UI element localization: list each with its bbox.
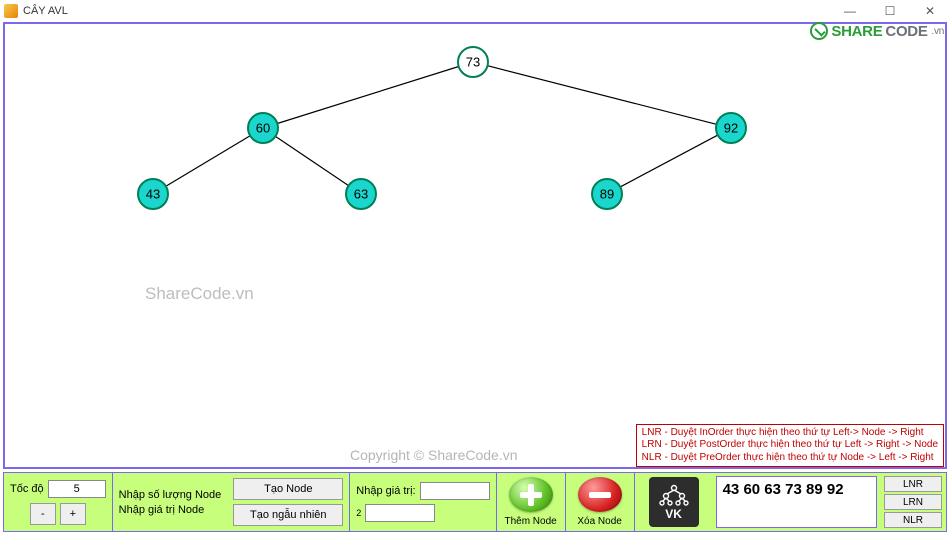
speed-input[interactable] [48, 480, 106, 498]
traversal-result: 43 60 63 73 89 92 [716, 476, 877, 528]
add-panel: Thêm Node [496, 473, 565, 531]
delete-panel: Xóa Node [565, 473, 634, 531]
speed-increase-button[interactable]: + [60, 503, 86, 525]
speed-decrease-button[interactable]: - [30, 503, 56, 525]
tree-node-60[interactable]: 60 [248, 113, 278, 143]
window-maximize-button[interactable]: ☐ [870, 0, 910, 22]
center-watermark: ShareCode.vn [145, 284, 254, 304]
window-minimize-button[interactable]: — [830, 0, 870, 22]
svg-text:89: 89 [600, 187, 614, 202]
tree-edge [620, 135, 718, 187]
vk-badge[interactable]: VK [649, 477, 699, 527]
vk-text: VK [665, 507, 682, 521]
tree-node-89[interactable]: 89 [592, 179, 622, 209]
svg-text:73: 73 [466, 55, 480, 70]
add-node-label: Thêm Node [504, 516, 556, 527]
create-node-button[interactable]: Tạo Node [233, 478, 343, 500]
lnr-button[interactable]: LNR [884, 476, 942, 492]
tree-node-73[interactable]: 73 [458, 47, 488, 77]
tree-icon [659, 484, 689, 506]
tree-node-43[interactable]: 43 [138, 179, 168, 209]
tree-node-92[interactable]: 92 [716, 113, 746, 143]
tree-edge [488, 66, 717, 125]
gear-icon [810, 22, 828, 40]
traversal-buttons: LNR LRN NLR [880, 473, 946, 531]
legend-lrn: LRN - Duyệt PostOrder thực hiện theo thứ… [642, 439, 938, 452]
control-bar: Tốc độ - + Nhập số lượng Node Nhập giá t… [3, 472, 947, 532]
tree-edge [277, 66, 458, 123]
legend-nlr: NLR - Duyệt PreOrder thực hiện theo thứ … [642, 452, 938, 465]
window-title: CÂY AVL [23, 5, 68, 17]
brand-watermark: SHARECODE .vn [810, 22, 944, 40]
window-titlebar: CÂY AVL — ☐ ✕ [0, 0, 950, 22]
node-count-label: Nhập số lượng Node [119, 489, 222, 501]
svg-text:63: 63 [354, 187, 368, 202]
add-node-button[interactable] [509, 477, 553, 512]
tree-canvas: 73 60 92 43 63 89 ShareCode.vn [3, 22, 947, 469]
vk-panel: VK [634, 473, 713, 531]
tree-edge [275, 136, 348, 185]
generate-panel: Tạo Node Tạo ngẫu nhiên [227, 473, 349, 531]
svg-text:60: 60 [256, 121, 270, 136]
legend-lnr: LNR - Duyệt InOrder thực hiện theo thứ t… [642, 427, 938, 440]
svg-text:43: 43 [146, 187, 160, 202]
svg-text:92: 92 [724, 121, 738, 136]
app-icon [4, 4, 18, 18]
window-controls: — ☐ ✕ [830, 0, 950, 22]
value-input-panel: Nhập giá trị: 2 [349, 473, 495, 531]
tree-svg: 73 60 92 43 63 89 [5, 24, 945, 467]
window-close-button[interactable]: ✕ [910, 0, 950, 22]
node-input-panel: Nhập số lượng Node Nhập giá trị Node [112, 473, 228, 531]
nlr-button[interactable]: NLR [884, 512, 942, 528]
delete-node-label: Xóa Node [577, 516, 621, 527]
brand-part-a: SHARE [831, 23, 882, 40]
search-value-input[interactable] [420, 482, 490, 500]
node-value-label: Nhập giá trị Node [119, 504, 222, 516]
input-value-label: Nhập giá trị: [356, 485, 415, 497]
lrn-button[interactable]: LRN [884, 494, 942, 510]
tree-node-63[interactable]: 63 [346, 179, 376, 209]
brand-part-b: CODE [885, 23, 927, 40]
input-value2-prefix: 2 [356, 508, 361, 518]
create-random-button[interactable]: Tạo ngẫu nhiên [233, 504, 343, 526]
delete-node-button[interactable] [578, 477, 622, 512]
speed-label: Tốc độ [10, 483, 44, 495]
tree-edge [166, 136, 250, 187]
traversal-legend: LNR - Duyệt InOrder thực hiện theo thứ t… [636, 424, 944, 468]
speed-panel: Tốc độ - + [4, 473, 112, 531]
search-value2-input[interactable] [365, 504, 435, 522]
brand-tld: .vn [932, 26, 944, 37]
